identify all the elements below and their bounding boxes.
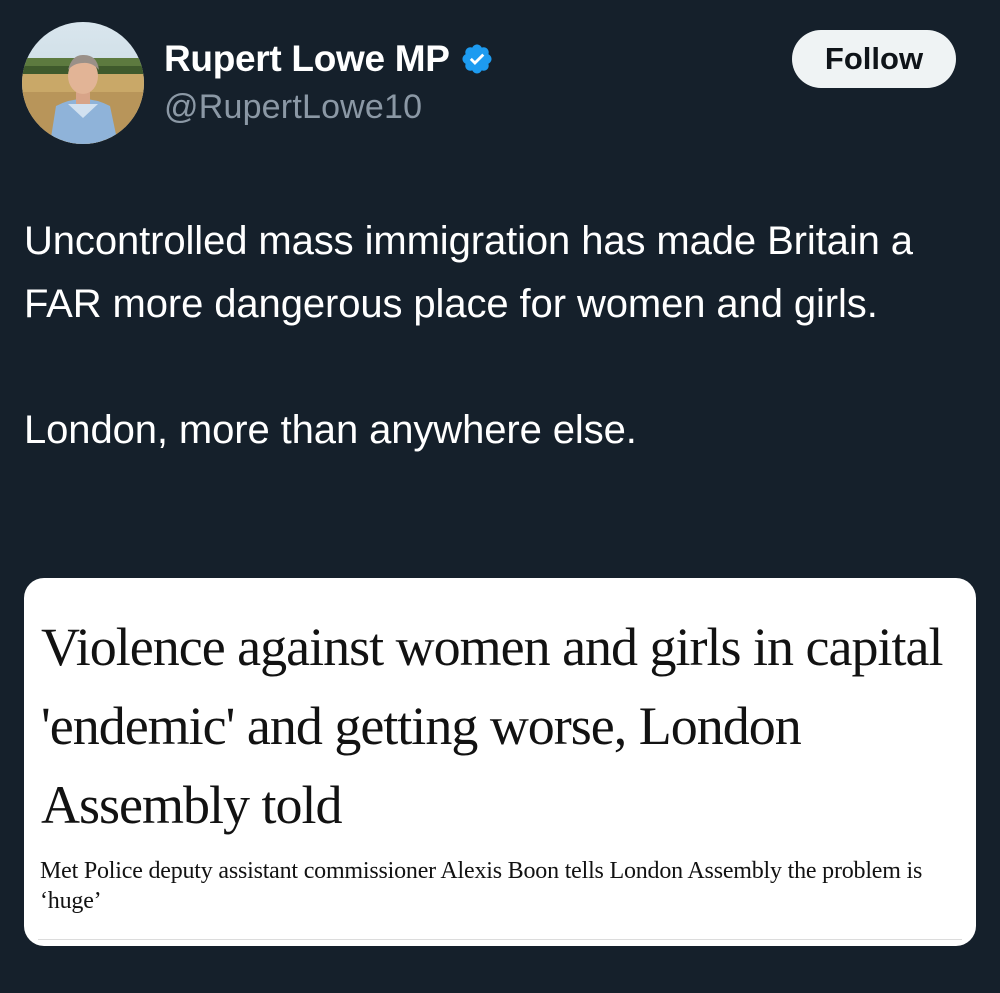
display-name-row: Rupert Lowe MP [164,36,494,82]
tweet-paragraph: London, more than anywhere else. [24,408,637,452]
media-card[interactable]: Violence against women and girls in capi… [24,578,976,946]
tweet-header: Rupert Lowe MP @RupertLowe10 Follow [22,22,962,146]
author-handle[interactable]: @RupertLowe10 [164,88,494,127]
verified-badge-icon [460,42,494,76]
tweet-paragraph: Uncontrolled mass immigration has made B… [24,219,913,326]
tweet-text: Uncontrolled mass immigration has made B… [24,210,964,462]
display-name[interactable]: Rupert Lowe MP [164,38,450,80]
avatar[interactable] [22,22,144,144]
divider [38,939,962,940]
author-info: Rupert Lowe MP @RupertLowe10 [164,36,494,127]
avatar-photo [22,22,144,144]
follow-button[interactable]: Follow [792,30,956,88]
article-standfirst: Met Police deputy assistant commissioner… [40,858,923,914]
article-headline: Violence against women and girls in capi… [41,617,943,835]
